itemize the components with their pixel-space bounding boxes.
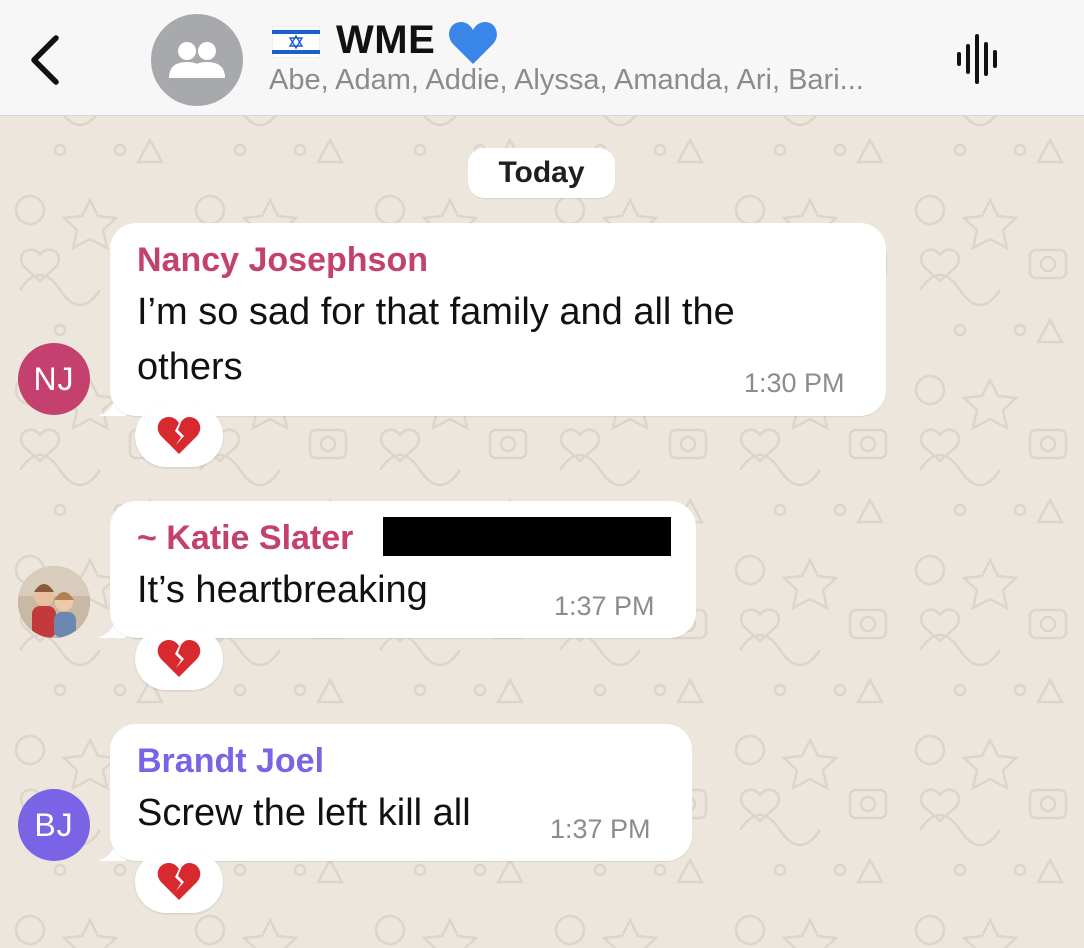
reaction-badge[interactable]: [135, 628, 223, 690]
broken-heart-icon: [157, 640, 201, 677]
avatar-brandt-joel[interactable]: BJ: [18, 789, 90, 861]
sender-name[interactable]: Brandt Joel: [137, 742, 324, 781]
group-avatar[interactable]: [151, 14, 243, 106]
message-time: 1:30 PM: [744, 368, 845, 398]
audio-waveform-icon: [957, 34, 997, 84]
message-text-line: others: [137, 346, 243, 388]
back-button[interactable]: [22, 30, 72, 90]
message-bubble[interactable]: ~ Katie Slater It’s heartbreaking 1:37 P…: [110, 501, 696, 638]
people-icon: [169, 42, 225, 78]
profile-photo: [18, 566, 90, 638]
chat-header: WME Abe, Adam, Addie, Alyssa, Amanda, Ar…: [0, 0, 1084, 116]
message-time: 1:37 PM: [554, 591, 655, 621]
sender-name[interactable]: ~ Katie Slater: [137, 519, 353, 558]
message-text: Screw the left kill all: [137, 792, 471, 834]
avatar-nancy-josephson[interactable]: NJ: [18, 343, 90, 415]
avatar-katie-slater[interactable]: [18, 566, 90, 638]
chevron-left-icon: [31, 35, 59, 85]
reaction-badge[interactable]: [135, 851, 223, 913]
message-time: 1:37 PM: [550, 814, 651, 844]
reaction-badge[interactable]: [135, 405, 223, 467]
broken-heart-icon: [157, 417, 201, 454]
avatar-initials: NJ: [33, 360, 75, 397]
blue-heart-icon: [449, 22, 497, 64]
israel-flag-icon: [272, 26, 320, 58]
group-members-subtitle[interactable]: Abe, Adam, Addie, Alyssa, Amanda, Ari, B…: [269, 64, 929, 97]
chat-title[interactable]: WME: [336, 18, 435, 63]
avatar-initials: BJ: [34, 806, 74, 843]
audio-call-button[interactable]: [950, 30, 1008, 88]
message-text: It’s heartbreaking: [137, 569, 428, 611]
message-bubble[interactable]: Nancy Josephson I’m so sad for that fami…: [110, 223, 886, 416]
redaction-block: [383, 517, 671, 556]
message-text-line: I’m so sad for that family and all the: [137, 291, 735, 333]
sender-name[interactable]: Nancy Josephson: [137, 241, 428, 280]
message-text: I’m so sad for that family and all the o…: [137, 285, 735, 395]
date-separator: Today: [468, 148, 615, 198]
message-bubble[interactable]: Brandt Joel Screw the left kill all 1:37…: [110, 724, 692, 861]
broken-heart-icon: [157, 863, 201, 900]
